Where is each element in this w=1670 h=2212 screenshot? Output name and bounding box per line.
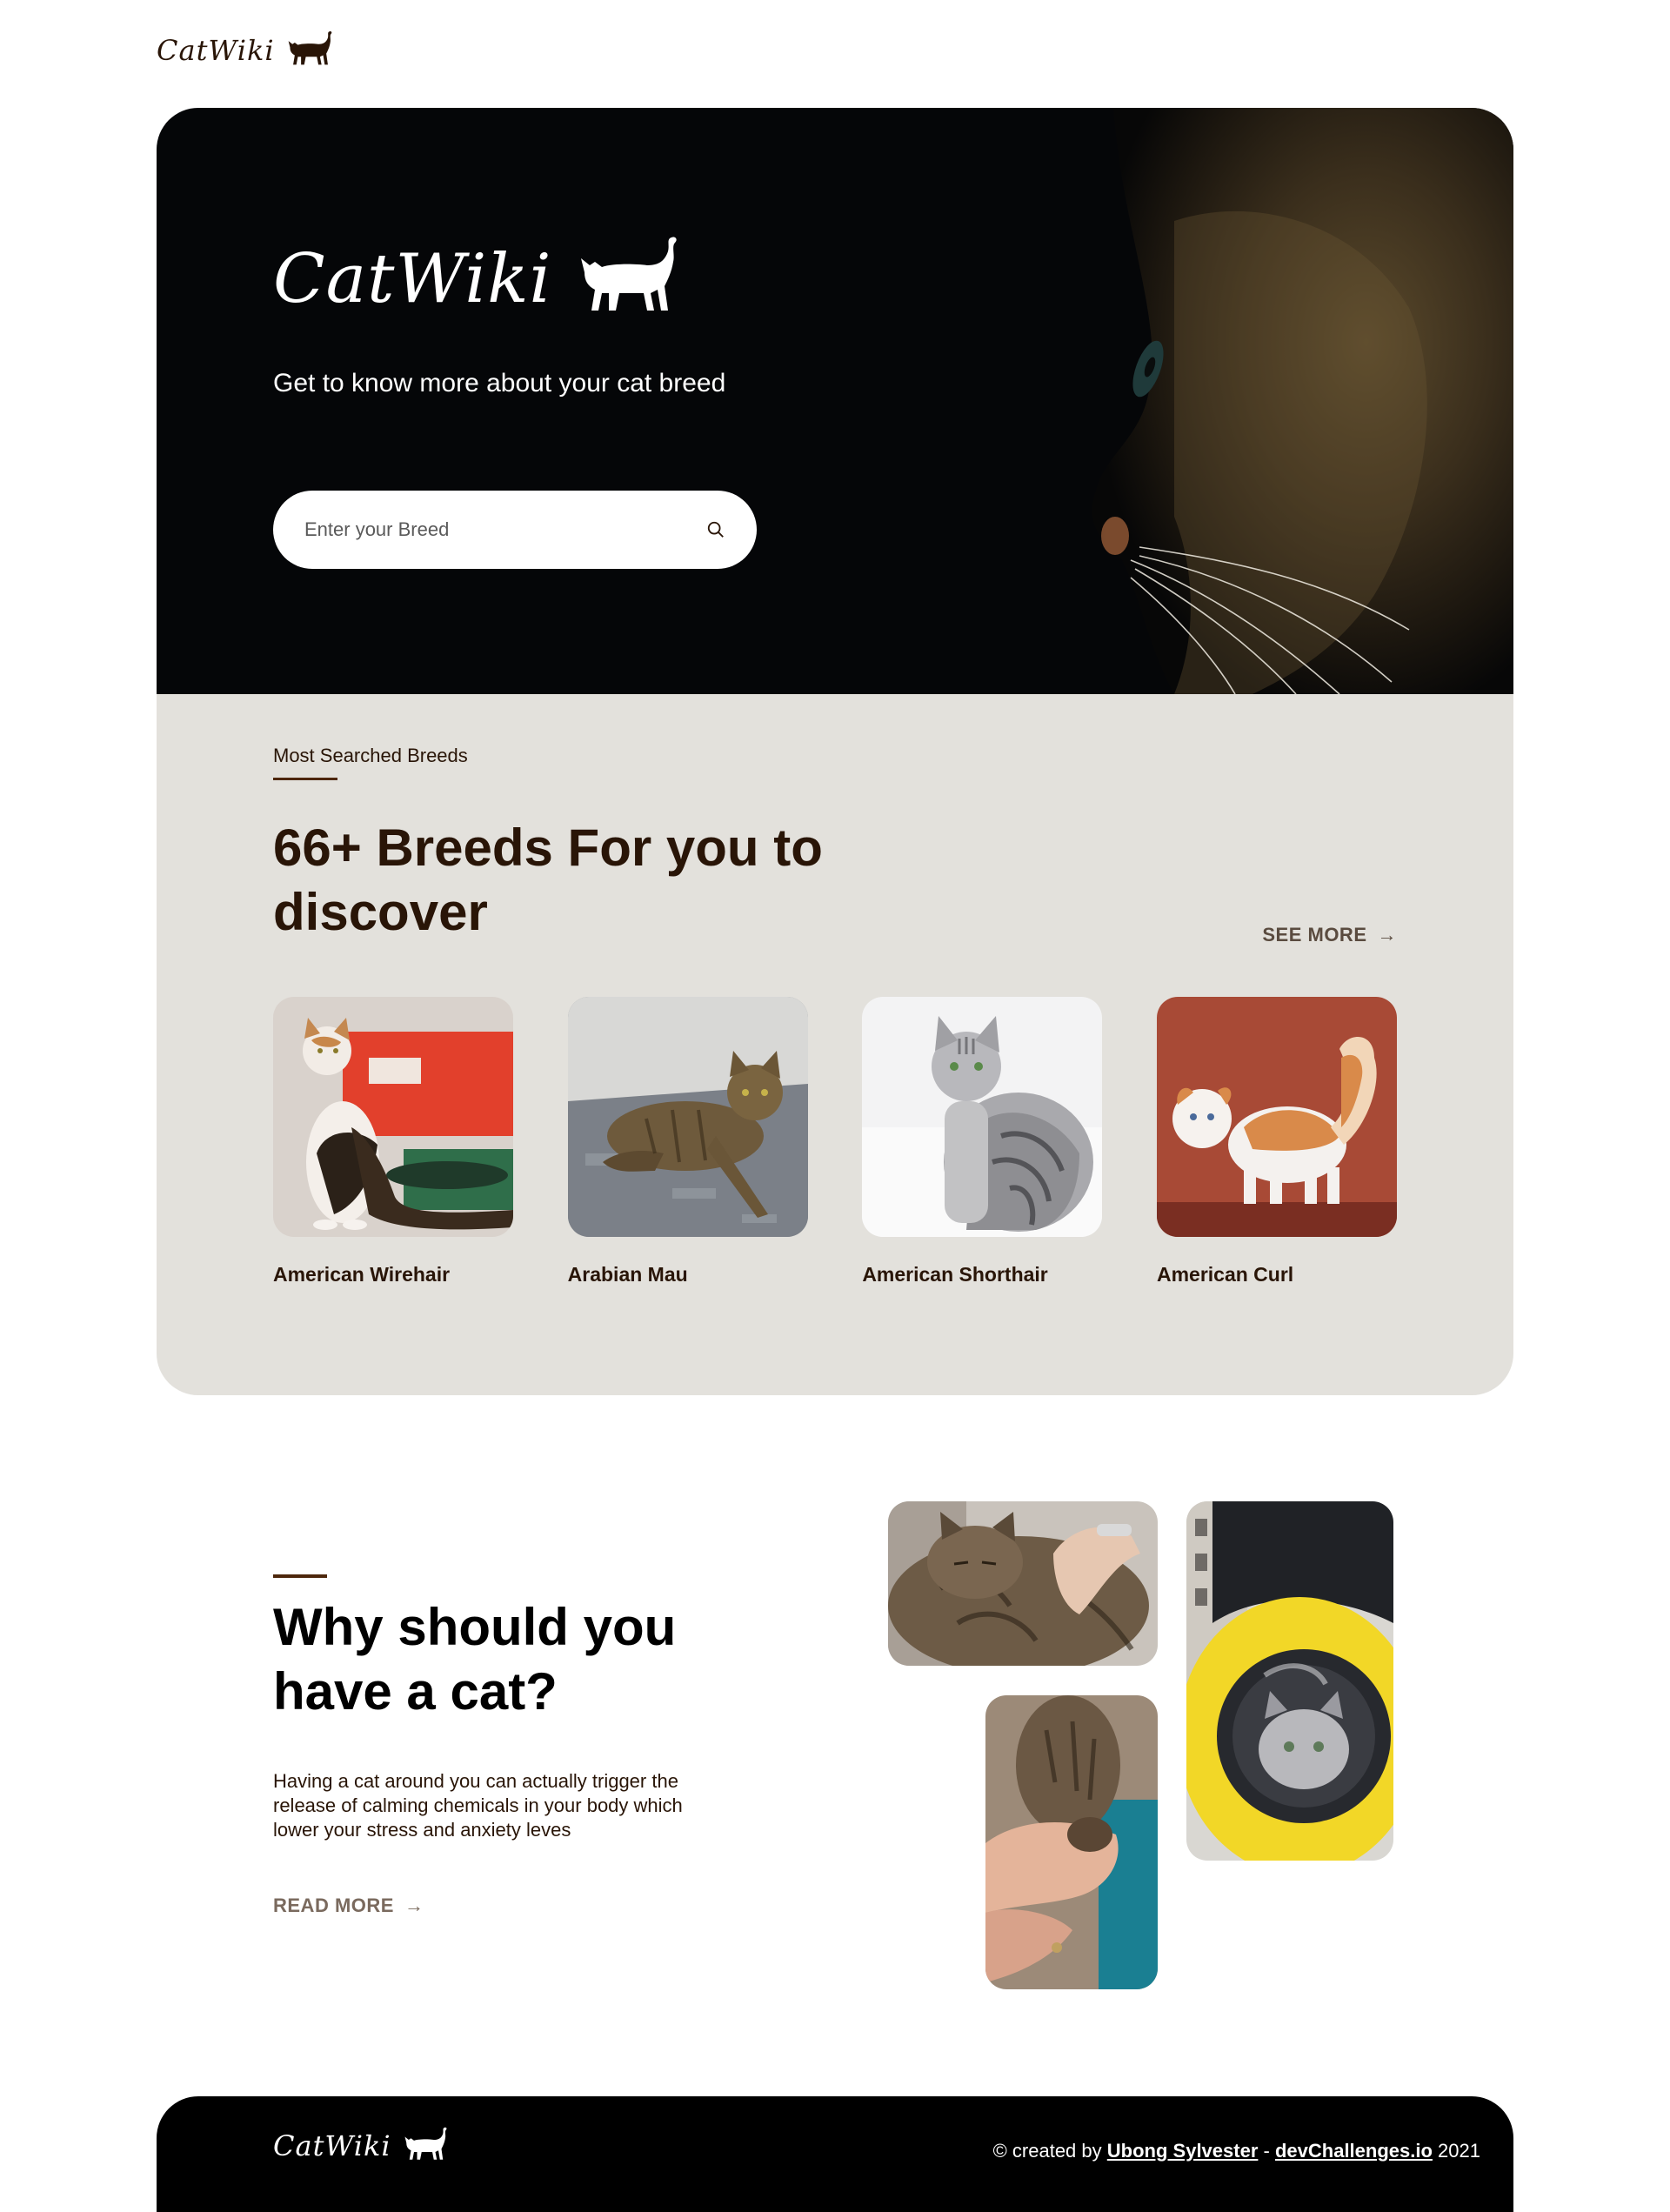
hero-section: CatWiki Get to know more about your cat … <box>157 108 1513 694</box>
breed-name[interactable]: American Curl <box>1157 1263 1397 1286</box>
why-image-sleeping-cat <box>888 1501 1158 1666</box>
footer-logo[interactable]: CatWiki <box>273 2126 451 2166</box>
most-searched-breeds: Most Searched Breeds 66+ Breeds For you … <box>157 694 1513 1395</box>
credit-year: 2021 <box>1438 2140 1480 2162</box>
read-more-link[interactable]: READ MORE → <box>273 1895 424 1917</box>
breed-search-input[interactable] <box>304 518 706 541</box>
cat-silhouette-icon <box>285 30 336 71</box>
site-footer: CatWiki © created by Ubong Sylvester - d… <box>157 2096 1513 2212</box>
why-image-cat-backpack <box>1186 1501 1393 1861</box>
search-icon[interactable] <box>706 520 725 539</box>
hero-cat-image <box>887 108 1513 694</box>
arrow-right-icon: → <box>404 1895 424 1916</box>
credit-prefix: © created by <box>992 2140 1102 2162</box>
cat-silhouette-icon <box>402 2126 451 2166</box>
section-underline <box>273 1574 327 1578</box>
see-more-label: SEE MORE <box>1262 924 1367 946</box>
breed-name[interactable]: American Shorthair <box>862 1263 1102 1286</box>
header-logo-text[interactable]: CatWiki <box>157 34 275 67</box>
section-underline <box>273 778 337 780</box>
breed-card[interactable]: American Shorthair <box>862 997 1103 1286</box>
see-more-link[interactable]: SEE MORE → <box>1262 924 1397 946</box>
breed-name[interactable]: American Wirehair <box>273 1263 513 1286</box>
breed-image[interactable] <box>567 997 808 1237</box>
devchallenges-link[interactable]: devChallenges.io <box>1275 2140 1433 2162</box>
footer-credit: © created by Ubong Sylvester - devChalle… <box>993 2140 1480 2162</box>
why-text: Having a cat around you can actually tri… <box>273 1770 683 1841</box>
breed-image[interactable] <box>862 997 1103 1237</box>
breed-image[interactable] <box>273 997 513 1237</box>
footer-logo-text: CatWiki <box>273 2129 391 2162</box>
breed-image[interactable] <box>1156 997 1397 1237</box>
read-more-label: READ MORE <box>273 1895 394 1916</box>
why-image-hand-paw <box>985 1695 1158 1989</box>
section-label: Most Searched Breeds <box>273 745 468 766</box>
breed-card[interactable]: American Wirehair <box>273 997 513 1286</box>
author-link[interactable]: Ubong Sylvester <box>1107 2140 1259 2162</box>
breed-name[interactable]: Arabian Mau <box>568 1263 808 1286</box>
breed-card[interactable]: American Curl <box>1156 997 1397 1286</box>
breed-search[interactable] <box>273 491 757 569</box>
breed-card[interactable]: Arabian Mau <box>567 997 808 1286</box>
site-header: CatWiki <box>157 24 336 77</box>
breeds-title: 66+ Breeds For you to discover <box>273 819 823 941</box>
hero-logo: CatWiki <box>273 234 686 324</box>
breed-list: American Wirehair Arabian Mau American S… <box>273 997 1397 1286</box>
why-title: Why should you have a cat? <box>273 1598 677 1721</box>
hero-tagline: Get to know more about your cat breed <box>273 369 726 398</box>
credit-separator: - <box>1263 2140 1270 2162</box>
hero-logo-text: CatWiki <box>273 240 552 318</box>
arrow-right-icon: → <box>1377 924 1397 946</box>
cat-silhouette-icon <box>573 234 686 324</box>
